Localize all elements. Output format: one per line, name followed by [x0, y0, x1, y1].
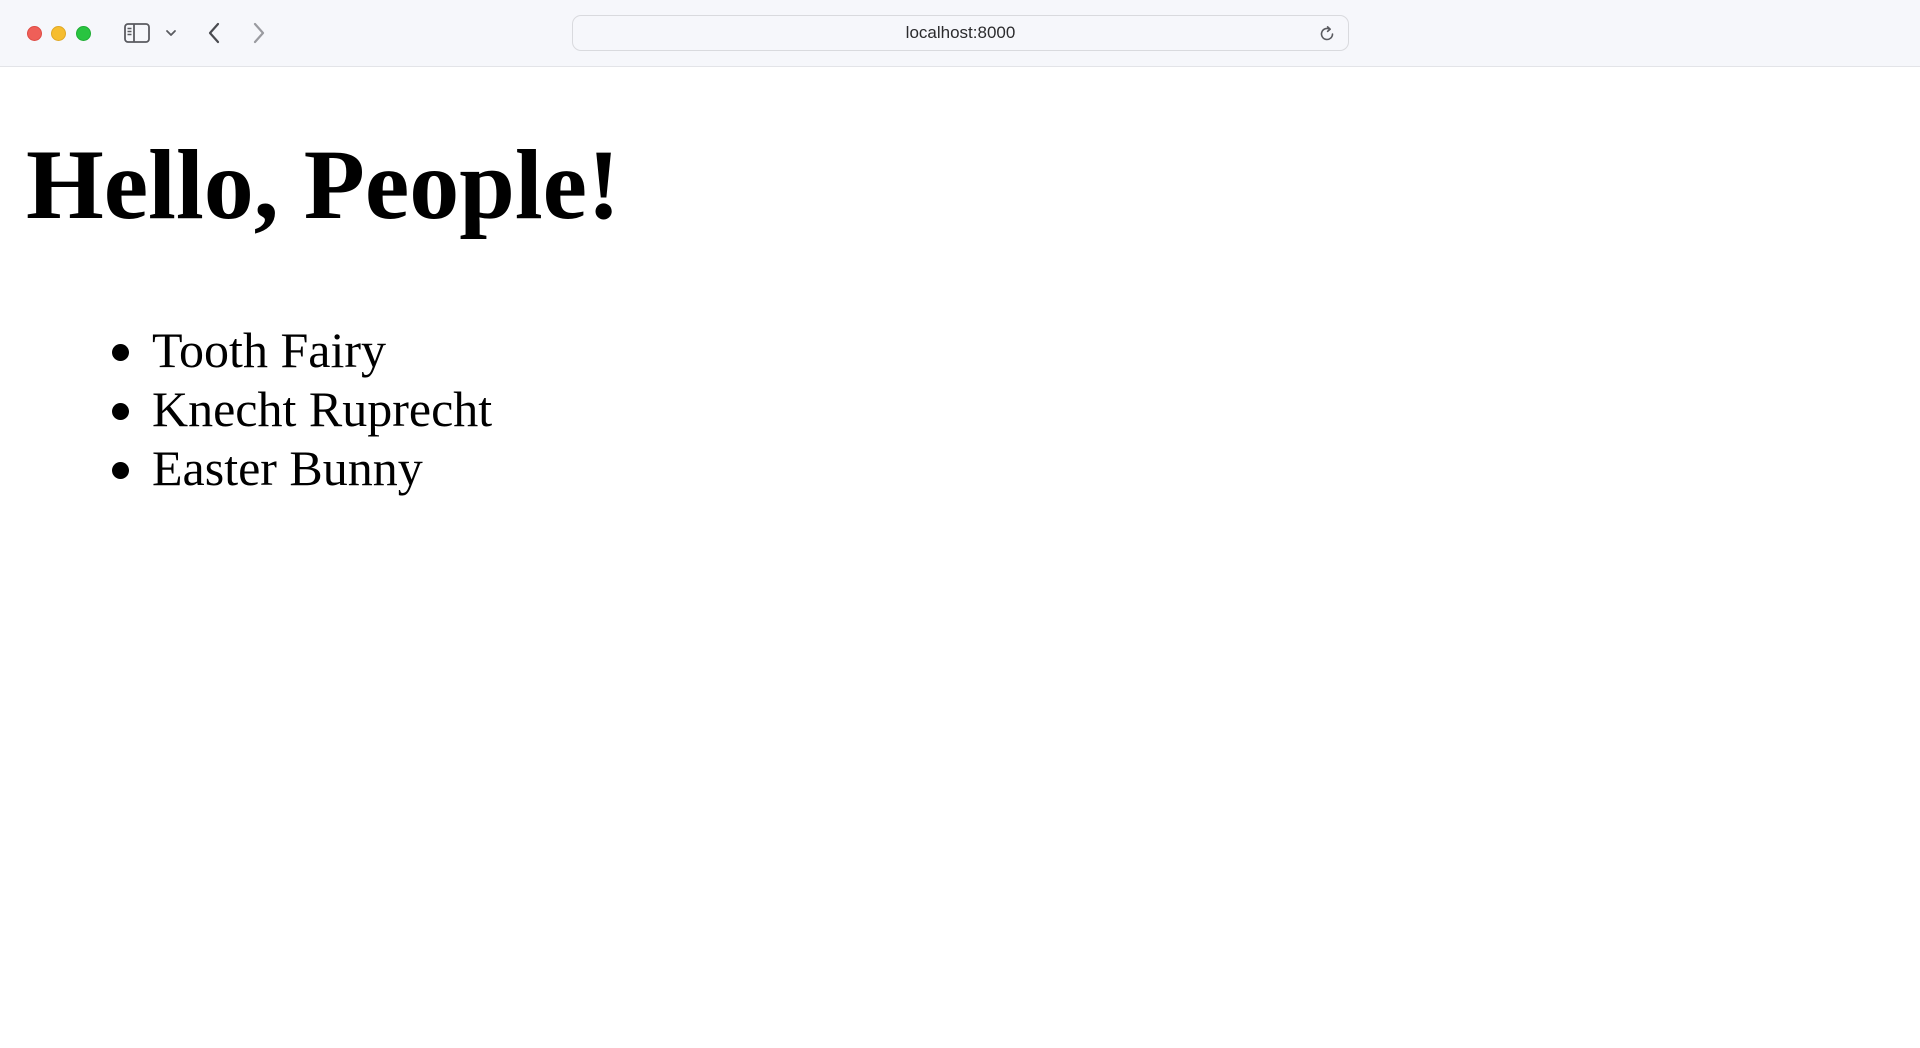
chevron-right-icon	[253, 22, 265, 44]
reload-button[interactable]	[1318, 25, 1336, 43]
page-heading: Hello, People!	[26, 129, 621, 240]
list-item: Easter Bunny	[0, 439, 492, 498]
sidebar-toggle-button[interactable]	[123, 21, 151, 45]
bullet-icon	[112, 403, 129, 420]
address-text[interactable]: localhost:8000	[573, 16, 1348, 50]
bullet-icon	[112, 344, 129, 361]
address-bar[interactable]: localhost:8000	[572, 15, 1349, 51]
list-item: Knecht Ruprecht	[0, 380, 492, 439]
list-item-label: Knecht Ruprecht	[152, 381, 493, 437]
bullet-icon	[112, 462, 129, 479]
list-item: Tooth Fairy	[0, 321, 492, 380]
window-minimize-button[interactable]	[51, 26, 66, 41]
page-content: Hello, People! Tooth Fairy Knecht Ruprec…	[0, 68, 1920, 1048]
window-close-button[interactable]	[27, 26, 42, 41]
chevron-down-icon	[166, 30, 176, 36]
chevron-left-icon	[208, 22, 220, 44]
forward-button[interactable]	[248, 19, 270, 47]
reload-icon	[1320, 25, 1334, 41]
back-button[interactable]	[203, 19, 225, 47]
sidebar-menu-button[interactable]	[163, 26, 179, 40]
window-maximize-button[interactable]	[76, 26, 91, 41]
list-item-label: Tooth Fairy	[152, 322, 386, 378]
browser-toolbar: localhost:8000	[0, 0, 1920, 67]
people-list: Tooth Fairy Knecht Ruprecht Easter Bunny	[0, 321, 492, 498]
list-item-label: Easter Bunny	[152, 440, 423, 496]
sidebar-icon	[124, 23, 150, 43]
